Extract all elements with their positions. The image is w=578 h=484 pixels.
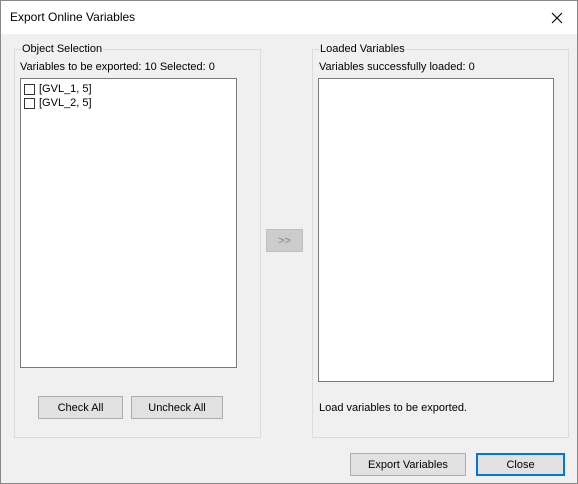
loaded-variables-info: Variables successfully loaded: 0	[319, 61, 475, 73]
close-window-button[interactable]	[537, 1, 577, 34]
export-variables-button[interactable]: Export Variables	[350, 453, 466, 476]
load-status-text: Load variables to be exported.	[319, 402, 467, 414]
check-all-button[interactable]: Check All	[38, 396, 123, 419]
window-title: Export Online Variables	[10, 10, 136, 24]
loaded-variables-label: Loaded Variables	[319, 43, 406, 56]
uncheck-all-button[interactable]: Uncheck All	[131, 396, 223, 419]
list-item[interactable]: [GVL_2, 5]	[24, 97, 92, 110]
export-online-variables-dialog: Export Online Variables Object Selection…	[0, 0, 578, 484]
object-selection-label: Object Selection	[21, 43, 104, 56]
loaded-variables-list[interactable]	[318, 78, 554, 382]
close-icon	[551, 12, 563, 23]
list-item-label: [GVL_2, 5]	[39, 97, 92, 109]
object-selection-list[interactable]: [GVL_1, 5] [GVL_2, 5]	[20, 78, 237, 368]
close-button[interactable]: Close	[476, 453, 565, 476]
item-checkbox[interactable]	[24, 84, 35, 95]
title-bar: Export Online Variables	[1, 1, 577, 34]
variables-to-export-info: Variables to be exported: 10 Selected: 0	[20, 61, 215, 73]
list-item[interactable]: [GVL_1, 5]	[24, 83, 92, 96]
list-item-label: [GVL_1, 5]	[39, 83, 92, 95]
item-checkbox[interactable]	[24, 98, 35, 109]
transfer-button[interactable]: >>	[266, 229, 303, 252]
